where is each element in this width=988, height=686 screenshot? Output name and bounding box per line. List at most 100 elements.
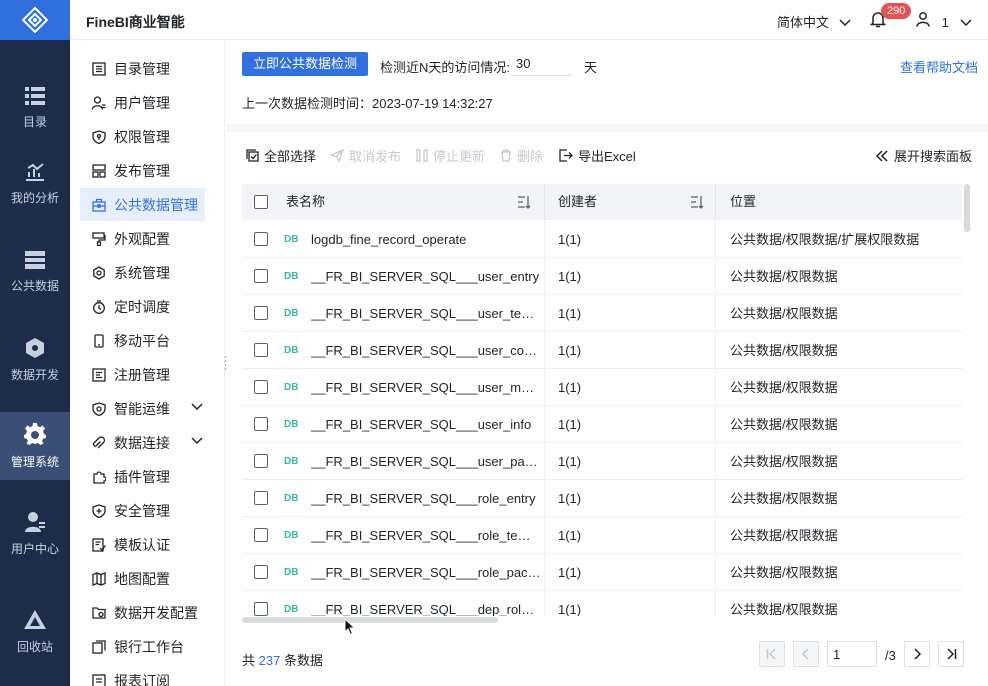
horizontal-scrollbar[interactable] [242,617,498,623]
sidebar-item-dev-config[interactable]: 数据开发配置 [80,596,205,629]
next-page-button[interactable] [904,641,930,667]
sidebar-item-permission-mgmt[interactable]: 权限管理 [80,120,205,153]
user-icon [92,95,106,110]
table-name-cell: __FR_BI_SERVER_SQL___dep_role_entry [311,602,541,616]
sidebar-item-security-mgmt[interactable]: 安全管理 [80,494,205,527]
stop-update-button[interactable]: 停止更新 [416,146,485,165]
sort-icon[interactable] [690,195,704,209]
sidebar-item-registration[interactable]: 注册管理 [80,358,205,391]
language-selector[interactable]: 简体中文 [777,12,851,31]
user-name: 1 [941,15,949,30]
check-panel: 立即公共数据检测 检测近N天的访问情况: 天 查看帮助文档 上一次数据检测时间：… [226,40,988,124]
table-row[interactable]: DB __FR_BI_SERVER_SQL___role_entry 1(1) 公共数… [242,480,962,517]
row-checkbox[interactable] [254,380,268,394]
last-page-button[interactable] [938,641,964,667]
sidebar-item-scheduler[interactable]: 定时调度 [80,290,205,323]
table-row[interactable]: DB __FR_BI_SERVER_SQL___user_entry 1(1) 公共数… [242,258,962,295]
table-name-cell: __FR_BI_SERVER_SQL___user_connecti... [311,343,541,358]
sidebar-item-data-connection[interactable]: 数据连接 [80,426,205,459]
first-page-button[interactable] [759,641,785,667]
run-check-button[interactable]: 立即公共数据检测 [242,52,369,76]
sidebar-item-smart-ops[interactable]: 智能运维 [80,392,205,425]
table-row[interactable]: DB __FR_BI_SERVER_SQL___user_info 1(1) 公共数据… [242,406,962,443]
db-tag: DB [284,567,299,578]
table-row[interactable]: DB __FR_BI_SERVER_SQL___user_connecti... 1… [242,332,962,369]
table-row[interactable]: DB __FR_BI_SERVER_SQL___user_module 1(1) 公共… [242,369,962,406]
row-checkbox[interactable] [254,417,268,431]
timer-icon [93,299,105,314]
expand-search-button[interactable]: 展开搜索面板 [875,146,972,165]
table-row[interactable]: DB __FR_BI_SERVER_SQL___role_package 1(1) 公… [242,554,962,591]
rail-item-catalog[interactable]: 目录 [0,74,70,142]
sidebar-item-label: 插件管理 [114,468,170,485]
creator-cell: 1(1) [558,306,582,321]
rail-item-recycle-bin[interactable]: 回收站 [0,598,70,666]
sidebar-item-plugin-mgmt[interactable]: 插件管理 [80,460,205,493]
user-menu[interactable]: 1 [916,12,973,30]
rail-item-analysis[interactable]: 我的分析 [0,150,70,218]
sidebar-item-report-subscribe[interactable]: 报表订阅 [80,664,205,686]
sidebar-item-publish-mgmt[interactable]: 发布管理 [80,154,205,187]
row-checkbox[interactable] [254,454,268,468]
unpublish-button[interactable]: 取消发布 [330,146,401,165]
select-all-button[interactable]: 全部选择 [246,146,316,165]
sidebar-item-appearance[interactable]: 外观配置 [80,222,205,255]
rail-item-admin[interactable]: 管理系统 [0,412,70,480]
table-row[interactable]: DB __FR_BI_SERVER_SQL___user_package 1(1) 公… [242,443,962,480]
location-cell: 公共数据/权限数据/扩展权限数据 [730,232,920,247]
subscribe-icon [92,673,106,686]
sidebar-item-label: 目录管理 [114,60,170,77]
table-row[interactable]: DB __FR_BI_SERVER_SQL___user_template 1(1)… [242,295,962,332]
sidebar-item-label: 系统管理 [114,264,170,281]
table-name-cell: __FR_BI_SERVER_SQL___role_package [311,565,541,580]
data-table: 表名称 创建者 位置 DB logdb_fine_record_operate 1(… [242,184,964,616]
sort-icon[interactable] [517,195,531,209]
row-checkbox[interactable] [254,528,268,542]
sidebar-item-mobile[interactable]: 移动平台 [80,324,205,357]
row-checkbox[interactable] [254,269,268,283]
table-row[interactable]: DB __FR_BI_SERVER_SQL___dep_role_entry 1(1… [242,591,962,616]
brush-icon [92,231,106,246]
days-input[interactable] [512,51,572,76]
sidebar-item-user-mgmt[interactable]: 用户管理 [80,86,205,119]
db-tag: DB [284,419,299,430]
sidebar-item-label: 移动平台 [114,332,170,349]
creator-cell: 1(1) [558,269,582,284]
db-tag: DB [284,271,299,282]
help-doc-link[interactable]: 查看帮助文档 [900,57,978,76]
prev-page-button[interactable] [793,641,819,667]
export-excel-button[interactable]: 导出Excel [559,146,636,165]
register-icon [92,367,106,382]
rail-item-user-center[interactable]: 用户中心 [0,500,70,568]
sidebar-item-system-mgmt[interactable]: 系统管理 [80,256,205,289]
rail-item-public-data[interactable]: 公共数据 [0,238,70,306]
location-cell: 公共数据/权限数据 [730,269,838,284]
sidebar-item-bank-workbench[interactable]: 银行工作台 [80,630,205,663]
row-checkbox[interactable] [254,491,268,505]
admin-sidebar: 目录管理 用户管理 权限管理 发布管理 公共数据管理 外观配置 系统管理 定时调… [70,40,225,686]
sidebar-item-map-config[interactable]: 地图配置 [80,562,205,595]
table-row[interactable]: DB logdb_fine_record_operate 1(1) 公共数据/权限数据… [242,221,962,258]
rail-item-data-dev[interactable]: 数据开发 [0,326,70,394]
row-checkbox[interactable] [254,306,268,320]
sidebar-item-template-cert[interactable]: 模板认证 [80,528,205,561]
row-checkbox[interactable] [254,602,268,616]
row-checkbox[interactable] [254,565,268,579]
chevron-down-icon [839,19,851,27]
double-chevron-left-icon [875,149,888,162]
table-row[interactable]: DB __FR_BI_SERVER_SQL___role_template 1(1)… [242,517,962,554]
sidebar-item-catalog-mgmt[interactable]: 目录管理 [80,52,205,85]
page-number-input[interactable] [827,641,877,667]
delete-button[interactable]: 删除 [500,146,543,165]
creator-cell: 1(1) [558,602,582,616]
sidebar-item-public-data-mgmt[interactable]: 公共数据管理 [80,188,205,221]
select-all-checkbox[interactable] [254,195,268,209]
row-checkbox[interactable] [254,343,268,357]
data-dev-icon [26,337,44,358]
vertical-scrollbar[interactable] [964,184,970,232]
app-logo[interactable] [0,0,70,40]
sidebar-item-label: 数据开发配置 [114,604,198,621]
row-checkbox[interactable] [254,232,268,246]
column-header-location: 位置 [730,194,757,209]
rail-label: 管理系统 [10,454,59,469]
